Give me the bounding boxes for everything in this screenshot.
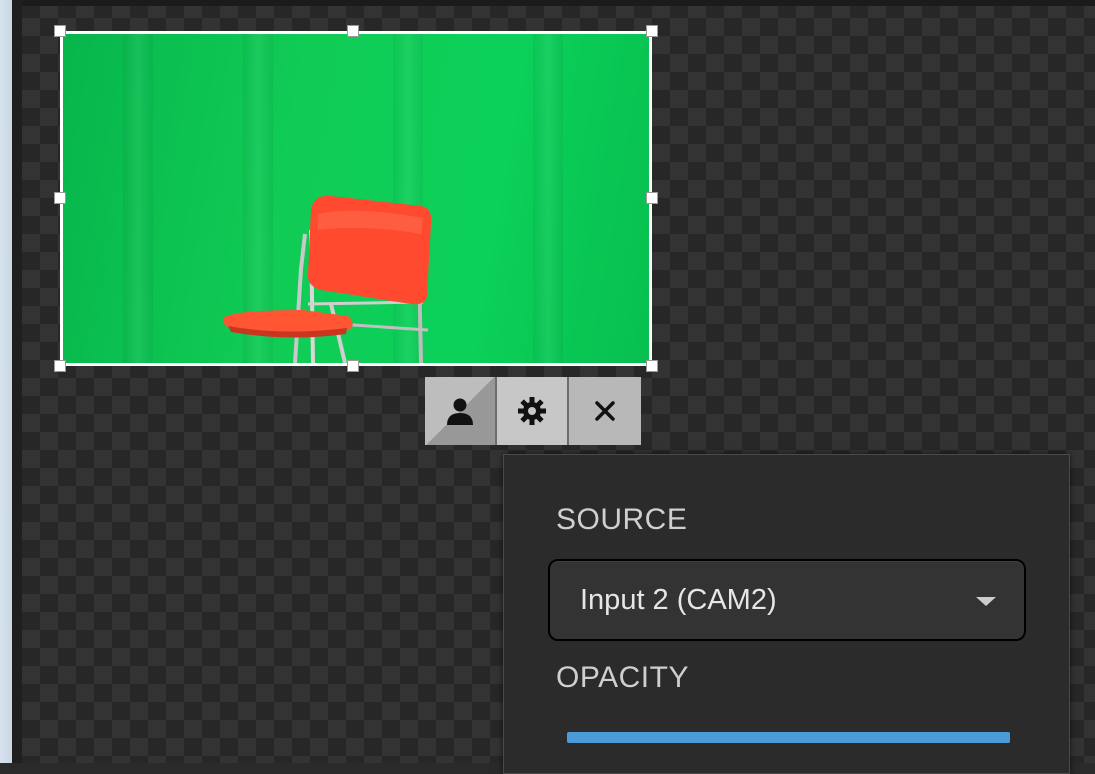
source-select[interactable]: Input 2 (CAM2) bbox=[548, 559, 1026, 641]
settings-button[interactable] bbox=[497, 377, 569, 445]
gear-icon bbox=[518, 397, 546, 425]
chevron-down-icon bbox=[976, 597, 996, 606]
resize-handle-bottom-left[interactable] bbox=[54, 360, 66, 372]
layer-properties-panel: SOURCE Input 2 (CAM2) OPACITY bbox=[503, 454, 1070, 774]
resize-handle-bottom[interactable] bbox=[347, 360, 359, 372]
source-select-value: Input 2 (CAM2) bbox=[580, 583, 777, 616]
source-button[interactable] bbox=[425, 377, 497, 445]
layer-toolbar bbox=[425, 377, 641, 445]
resize-handle-right[interactable] bbox=[646, 192, 658, 204]
resize-handle-top[interactable] bbox=[347, 25, 359, 37]
resize-handle-top-right[interactable] bbox=[646, 25, 658, 37]
video-layer-preview[interactable] bbox=[60, 31, 652, 366]
resize-handle-bottom-right[interactable] bbox=[646, 360, 658, 372]
opacity-slider-fill bbox=[567, 732, 1010, 743]
opacity-label: OPACITY bbox=[556, 661, 689, 694]
canvas-top-edge bbox=[22, 0, 1095, 6]
left-panel-edge bbox=[0, 0, 22, 763]
opacity-slider[interactable] bbox=[567, 732, 1010, 743]
resize-handle-top-left[interactable] bbox=[54, 25, 66, 37]
person-icon bbox=[447, 398, 473, 425]
chair-image bbox=[222, 195, 432, 363]
close-icon bbox=[595, 401, 615, 421]
resize-handle-left[interactable] bbox=[54, 192, 66, 204]
remove-layer-button[interactable] bbox=[569, 377, 641, 445]
source-label: SOURCE bbox=[556, 503, 688, 536]
